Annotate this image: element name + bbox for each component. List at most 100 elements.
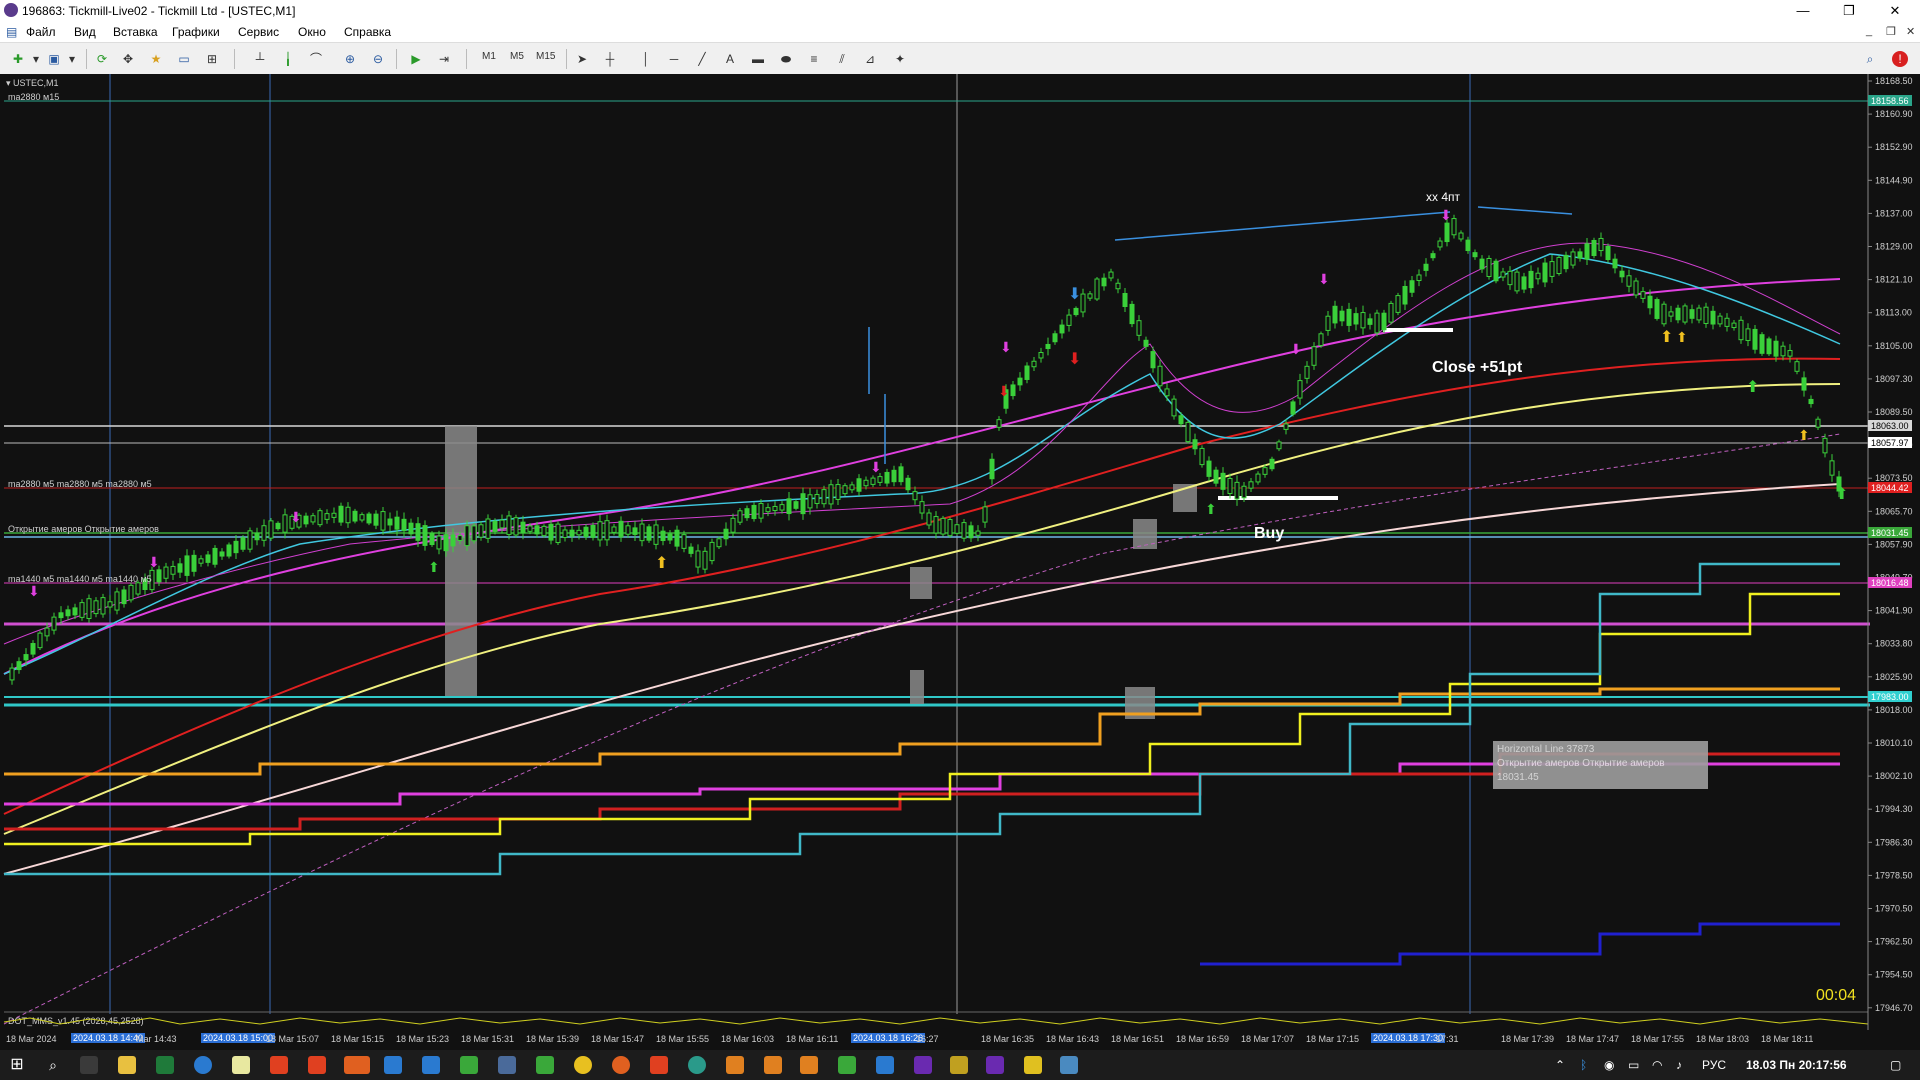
restore-button[interactable]: ❐ xyxy=(1826,0,1872,22)
candle-body xyxy=(1465,239,1471,252)
language-indicator[interactable]: РУС xyxy=(1702,1058,1726,1072)
dropdown-icon[interactable]: ▾ xyxy=(26,49,46,69)
battery-icon[interactable]: ▭ xyxy=(1628,1058,1639,1072)
file-explorer-icon[interactable] xyxy=(118,1056,136,1074)
new-chart-icon[interactable]: ✚ xyxy=(8,49,28,69)
menu-tools[interactable]: Сервис xyxy=(238,25,279,39)
brave-icon[interactable] xyxy=(650,1056,668,1074)
tester-icon[interactable]: ⊞ xyxy=(202,49,222,69)
app-icon[interactable] xyxy=(536,1056,554,1074)
notes-icon[interactable] xyxy=(232,1056,250,1074)
menu-window[interactable]: Окно xyxy=(298,25,326,39)
rectangle-icon[interactable]: ▬ xyxy=(748,49,768,69)
metatrader-icon[interactable] xyxy=(422,1056,440,1074)
terminal-icon[interactable]: ▭ xyxy=(174,49,194,69)
excel-icon[interactable] xyxy=(156,1056,174,1074)
app-icon[interactable] xyxy=(838,1056,856,1074)
notifications-icon[interactable]: ▢ xyxy=(1890,1058,1901,1072)
candle-body xyxy=(1542,262,1548,283)
brave-icon[interactable] xyxy=(308,1056,326,1074)
menu-charts[interactable]: Графики xyxy=(172,25,220,39)
app-icon[interactable] xyxy=(950,1056,968,1074)
mdi-restore-button[interactable]: ❐ xyxy=(1886,25,1896,38)
browser-icon[interactable] xyxy=(194,1056,212,1074)
fibonacci-icon[interactable]: ≡ xyxy=(804,49,824,69)
profiles-icon[interactable]: ▣ xyxy=(44,49,64,69)
active-app-icon[interactable] xyxy=(344,1056,370,1074)
app-icon[interactable] xyxy=(688,1056,706,1074)
vertical-line-icon[interactable]: │ xyxy=(636,49,656,69)
candle-body xyxy=(730,517,736,533)
price-tick-label: 17970.50 xyxy=(1875,904,1913,914)
navigator-icon[interactable]: ✥ xyxy=(118,49,138,69)
mdi-close-button[interactable]: ✕ xyxy=(1906,25,1915,38)
timeframe-m1-button[interactable]: M1 xyxy=(482,51,496,62)
app-icon[interactable] xyxy=(914,1056,932,1074)
candle-body xyxy=(240,537,246,550)
app-icon[interactable] xyxy=(876,1056,894,1074)
app-icon[interactable] xyxy=(800,1056,818,1074)
taskbar-clock[interactable]: 18.03 Пн 20:17:56 xyxy=(1746,1058,1847,1072)
cursor-icon[interactable]: ➤ xyxy=(572,49,592,69)
chart-window-icon[interactable]: ▤ xyxy=(6,25,17,39)
line-chart-icon[interactable]: ⌒ xyxy=(306,49,326,69)
metatrader-icon[interactable] xyxy=(384,1056,402,1074)
menu-file[interactable]: Файл xyxy=(26,25,56,39)
horizontal-line-icon[interactable]: ─ xyxy=(664,49,684,69)
price-tick-label: 18121.10 xyxy=(1875,275,1913,285)
menu-help[interactable]: Справка xyxy=(344,25,391,39)
app-icon[interactable] xyxy=(986,1056,1004,1074)
menu-view[interactable]: Вид xyxy=(74,25,96,39)
shapes-icon[interactable]: ✦ xyxy=(890,49,910,69)
search-icon[interactable]: ⌕ xyxy=(1860,49,1880,69)
app-icon[interactable] xyxy=(1060,1056,1078,1074)
candle-chart-icon[interactable]: ╽ xyxy=(278,49,298,69)
candle-body xyxy=(982,506,988,523)
mdi-minimize-button[interactable]: _ xyxy=(1866,25,1872,37)
chart-app-icon[interactable] xyxy=(460,1056,478,1074)
minimize-button[interactable]: — xyxy=(1780,0,1826,22)
metatrader-icon[interactable] xyxy=(498,1056,516,1074)
app-icon[interactable] xyxy=(726,1056,744,1074)
candle-body xyxy=(723,528,729,540)
bar-chart-icon[interactable]: ┴ xyxy=(250,49,270,69)
price-tag-label: 18057.97 xyxy=(1871,438,1909,448)
candle-body xyxy=(1444,222,1450,243)
crosshair-icon[interactable]: ┼ xyxy=(600,49,620,69)
chrome-icon[interactable] xyxy=(574,1056,592,1074)
time-tick-label: 2024.03.18 16:26 xyxy=(851,1033,926,1043)
favorites-icon[interactable]: ★ xyxy=(146,49,166,69)
candle-body xyxy=(1374,312,1380,334)
wifi-icon[interactable]: ◠ xyxy=(1652,1058,1662,1072)
trendline-icon[interactable]: ╱ xyxy=(692,49,712,69)
firefox-icon[interactable] xyxy=(612,1056,630,1074)
notification-icon[interactable]: ! xyxy=(1892,51,1908,67)
chart-window[interactable]: ⬇ ⬇ ⬇ ⬇ ⬇ ⬇ ⬇ ⬇ ⬇ ⬇ ⬇ ⬆ ⬆ ⬆ ⬆ ⬆ ⬆ ⬆ ⬆ хх… xyxy=(0,74,1920,1030)
search-icon[interactable]: ⌕ xyxy=(44,1056,62,1074)
network-icon[interactable]: ◉ xyxy=(1604,1058,1614,1072)
autoscroll-icon[interactable]: ▶ xyxy=(406,49,426,69)
tray-chevron-icon[interactable]: ⌃ xyxy=(1555,1058,1565,1072)
volume-icon[interactable]: ♪ xyxy=(1676,1058,1682,1072)
menu-insert[interactable]: Вставка xyxy=(113,25,158,39)
close-button[interactable]: ✕ xyxy=(1872,0,1918,22)
gann-icon[interactable]: ⊿ xyxy=(860,49,880,69)
market-watch-icon[interactable]: ⟳ xyxy=(92,49,112,69)
task-view-icon[interactable] xyxy=(80,1056,98,1074)
app-icon[interactable] xyxy=(764,1056,782,1074)
brave-icon[interactable] xyxy=(270,1056,288,1074)
zoom-in-icon[interactable]: ⊕ xyxy=(340,49,360,69)
ellipse-icon[interactable]: ⬬ xyxy=(776,49,796,69)
timeframe-m15-button[interactable]: M15 xyxy=(536,51,555,62)
title-bar: 196863: Tickmill-Live02 - Tickmill Ltd -… xyxy=(0,0,1920,22)
app-icon[interactable] xyxy=(1024,1056,1042,1074)
channel-icon[interactable]: ⫽ xyxy=(832,49,852,69)
windows-start-icon[interactable]: ⊞ xyxy=(8,1056,26,1074)
zoom-out-icon[interactable]: ⊖ xyxy=(368,49,388,69)
text-tool-icon[interactable]: A xyxy=(720,49,740,69)
chart-shift-icon[interactable]: ⇥ xyxy=(434,49,454,69)
price-chart[interactable]: ⬇ ⬇ ⬇ ⬇ ⬇ ⬇ ⬇ ⬇ ⬇ ⬇ ⬇ ⬆ ⬆ ⬆ ⬆ ⬆ ⬆ ⬆ ⬆ хх… xyxy=(0,74,1920,1030)
dropdown-icon[interactable]: ▾ xyxy=(62,49,82,69)
timeframe-m5-button[interactable]: M5 xyxy=(510,51,524,62)
bluetooth-icon[interactable]: ᛒ xyxy=(1580,1058,1587,1072)
